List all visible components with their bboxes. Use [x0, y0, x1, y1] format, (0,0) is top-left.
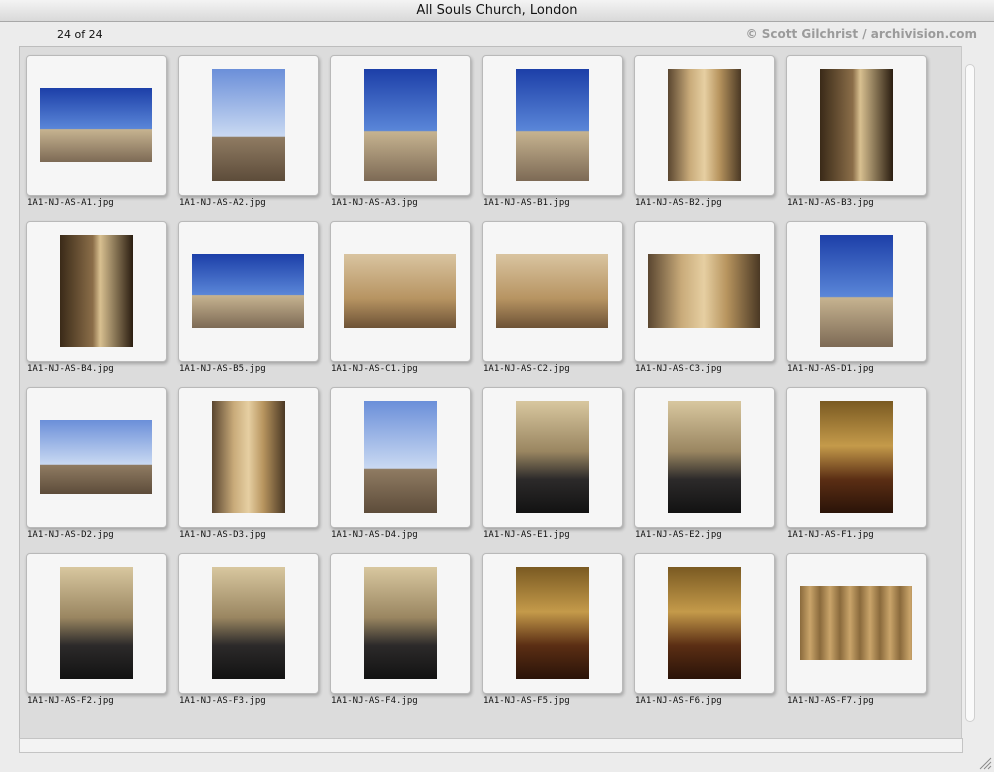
thumbnail-filename: 1A1-NJ-AS-C2.jpg: [483, 364, 570, 374]
thumbnail-image[interactable]: [212, 401, 285, 513]
thumbnail-filename: 1A1-NJ-AS-F3.jpg: [179, 696, 266, 706]
thumbnail-filename: 1A1-NJ-AS-A2.jpg: [179, 198, 266, 208]
thumbnail-image[interactable]: [192, 254, 304, 328]
thumbnail-image[interactable]: [364, 567, 437, 679]
thumbnail-tile[interactable]: [178, 387, 319, 528]
thumbnail-filename: 1A1-NJ-AS-B2.jpg: [635, 198, 722, 208]
thumbnail-filename: 1A1-NJ-AS-C3.jpg: [635, 364, 722, 374]
thumbnail-filename: 1A1-NJ-AS-F2.jpg: [27, 696, 114, 706]
thumbnail-filename: 1A1-NJ-AS-F7.jpg: [787, 696, 874, 706]
thumbnail-tile[interactable]: [26, 553, 167, 694]
thumbnail-filename: 1A1-NJ-AS-E2.jpg: [635, 530, 722, 540]
thumbnail-filename: 1A1-NJ-AS-C1.jpg: [331, 364, 418, 374]
thumbnail-filename: 1A1-NJ-AS-E1.jpg: [483, 530, 570, 540]
resize-grip-icon[interactable]: [978, 756, 992, 770]
thumbnail-tile[interactable]: [26, 387, 167, 528]
thumbnail-image[interactable]: [648, 254, 760, 328]
thumbnail-filename: 1A1-NJ-AS-B1.jpg: [483, 198, 570, 208]
thumbnail-filename: 1A1-NJ-AS-D2.jpg: [27, 530, 114, 540]
thumbnail-image[interactable]: [516, 401, 589, 513]
thumbnail-filename: 1A1-NJ-AS-B5.jpg: [179, 364, 266, 374]
thumbnail-filename: 1A1-NJ-AS-F4.jpg: [331, 696, 418, 706]
thumbnail-tile[interactable]: [482, 553, 623, 694]
thumbnail-image[interactable]: [60, 567, 133, 679]
thumbnail-image[interactable]: [364, 69, 437, 181]
thumbnail-tile[interactable]: [330, 553, 471, 694]
thumbnail-tile[interactable]: [482, 387, 623, 528]
thumbnail-tile[interactable]: [634, 55, 775, 196]
thumbnail-tile[interactable]: [330, 221, 471, 362]
image-count: 24 of 24: [57, 28, 103, 41]
thumbnail-image[interactable]: [668, 567, 741, 679]
thumbnail-tile[interactable]: [634, 387, 775, 528]
horizontal-scrollbar[interactable]: [19, 738, 963, 753]
thumbnail-image[interactable]: [40, 420, 152, 494]
thumbnail-filename: 1A1-NJ-AS-F5.jpg: [483, 696, 570, 706]
thumbnail-tile[interactable]: [178, 55, 319, 196]
thumbnail-tile[interactable]: [330, 387, 471, 528]
thumbnail-image[interactable]: [820, 235, 893, 347]
thumbnail-filename: 1A1-NJ-AS-A1.jpg: [27, 198, 114, 208]
thumbnail-tile[interactable]: [26, 221, 167, 362]
scroll-track[interactable]: [965, 64, 975, 722]
thumbnail-image[interactable]: [344, 254, 456, 328]
info-bar: 24 of 24 © Scott Gilchrist / archivision…: [19, 22, 977, 46]
vertical-scrollbar[interactable]: [961, 46, 976, 738]
thumbnail-image[interactable]: [496, 254, 608, 328]
thumbnail-image[interactable]: [668, 401, 741, 513]
window-title: All Souls Church, London: [0, 0, 994, 22]
thumbnail-image[interactable]: [212, 567, 285, 679]
thumbnail-filename: 1A1-NJ-AS-D1.jpg: [787, 364, 874, 374]
thumbnail-tile[interactable]: [634, 553, 775, 694]
thumbnail-tile[interactable]: [786, 55, 927, 196]
thumbnail-filename: 1A1-NJ-AS-D3.jpg: [179, 530, 266, 540]
thumbnail-filename: 1A1-NJ-AS-F6.jpg: [635, 696, 722, 706]
thumbnail-filename: 1A1-NJ-AS-D4.jpg: [331, 530, 418, 540]
thumbnail-image[interactable]: [668, 69, 741, 181]
thumbnail-tile[interactable]: [26, 55, 167, 196]
thumbnail-tile[interactable]: [786, 387, 927, 528]
thumbnail-grid: 1A1-NJ-AS-A1.jpg 1A1-NJ-AS-A2.jpg 1A1-NJ-A…: [19, 46, 962, 739]
thumbnail-filename: 1A1-NJ-AS-B4.jpg: [27, 364, 114, 374]
thumbnail-filename: 1A1-NJ-AS-F1.jpg: [787, 530, 874, 540]
thumbnail-tile[interactable]: [178, 553, 319, 694]
thumbnail-image[interactable]: [40, 88, 152, 162]
thumbnail-filename: 1A1-NJ-AS-B3.jpg: [787, 198, 874, 208]
thumbnail-tile[interactable]: [786, 553, 927, 694]
thumbnail-tile[interactable]: [482, 221, 623, 362]
thumbnail-tile[interactable]: [482, 55, 623, 196]
thumbnail-tile[interactable]: [786, 221, 927, 362]
thumbnail-image[interactable]: [516, 69, 589, 181]
thumbnail-tile[interactable]: [178, 221, 319, 362]
thumbnail-image[interactable]: [364, 401, 437, 513]
thumbnail-image[interactable]: [820, 401, 893, 513]
thumbnail-image[interactable]: [800, 586, 912, 660]
thumbnail-tile[interactable]: [330, 55, 471, 196]
photo-credit: © Scott Gilchrist / archivision.com: [745, 27, 977, 41]
thumbnail-image[interactable]: [212, 69, 285, 181]
thumbnail-tile[interactable]: [634, 221, 775, 362]
thumbnail-filename: 1A1-NJ-AS-A3.jpg: [331, 198, 418, 208]
thumbnail-image[interactable]: [516, 567, 589, 679]
thumbnail-image[interactable]: [60, 235, 133, 347]
thumbnail-image[interactable]: [820, 69, 893, 181]
